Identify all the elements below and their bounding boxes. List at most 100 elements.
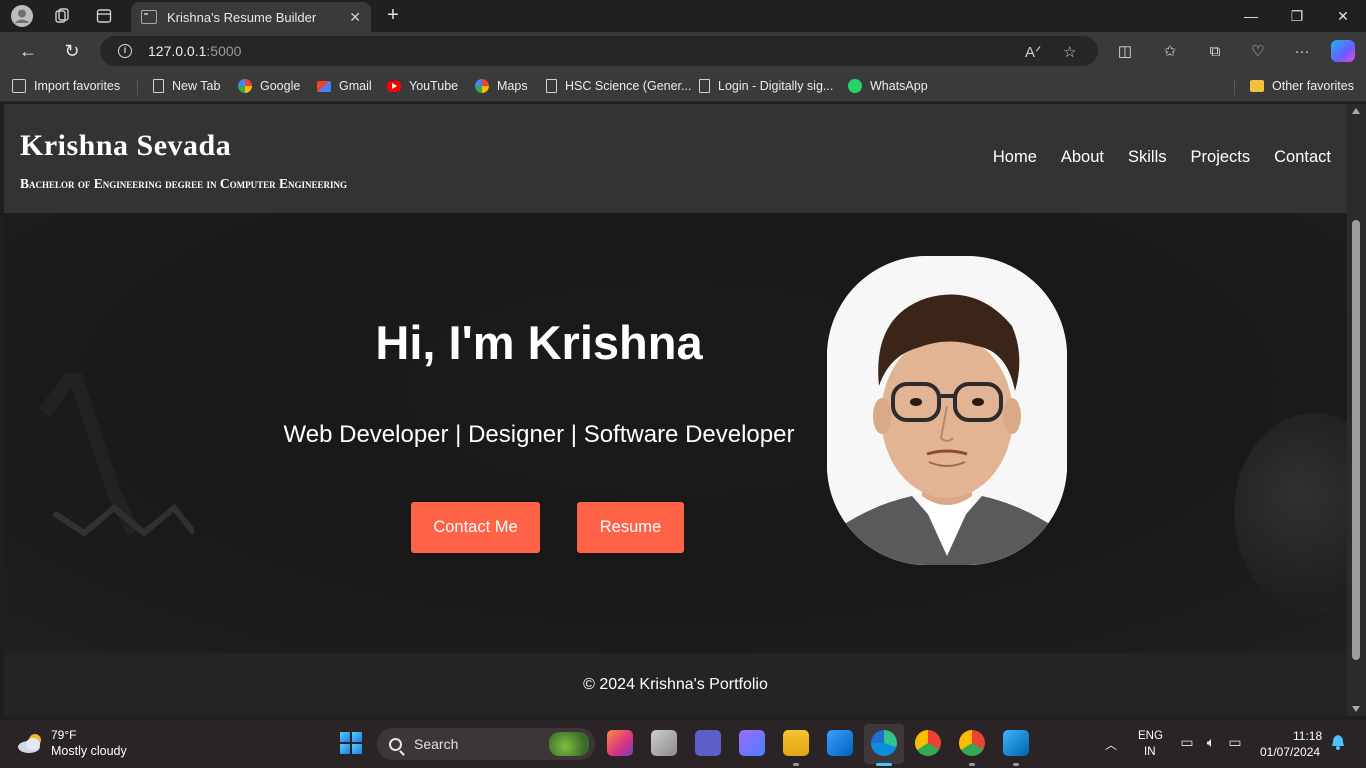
other-favorites[interactable]: Other favorites xyxy=(1250,77,1354,95)
cloudy-weather-icon[interactable] xyxy=(17,732,45,754)
file-explorer-icon[interactable] xyxy=(783,730,809,756)
refresh-button[interactable]: ↻ xyxy=(60,39,84,63)
collections-icon[interactable]: ⧉ xyxy=(1203,39,1227,63)
clock-date[interactable]: 01/07/2024 xyxy=(1260,745,1320,759)
favorite-import[interactable]: Import favorites xyxy=(12,77,120,95)
favorite-label: New Tab xyxy=(172,79,221,93)
scroll-up-arrow-icon[interactable] xyxy=(1352,108,1360,114)
copilot-preview-icon[interactable] xyxy=(607,730,633,756)
workspaces-icon[interactable] xyxy=(50,4,74,28)
import-icon xyxy=(12,79,26,93)
profile-icon[interactable] xyxy=(10,4,34,28)
back-button[interactable]: ← xyxy=(16,39,40,63)
favorite-label: HSC Science (Gener... xyxy=(565,79,692,93)
browser-toolbar: ← ↻ i 127.0.0.1:5000 Aᐟ ☆ ◫ ✩ ⧉ ♡ ··· xyxy=(0,32,1366,70)
notification-bell-icon[interactable] xyxy=(1331,734,1345,750)
favorite-label: Import favorites xyxy=(34,79,121,93)
nav-about[interactable]: About xyxy=(1061,148,1104,167)
weather-description[interactable]: Mostly cloudy xyxy=(51,744,127,758)
info-icon[interactable]: i xyxy=(118,44,132,58)
taskbar: 79°F Mostly cloudy Search ︿ ENG IN ▭ 🔈︎ … xyxy=(0,720,1366,768)
scroll-down-arrow-icon[interactable] xyxy=(1352,706,1360,712)
clipchamp-icon[interactable] xyxy=(739,730,765,756)
microsoft-store-icon[interactable] xyxy=(827,730,853,756)
folder-icon xyxy=(1250,80,1264,92)
url-host: 127.0.0.1 xyxy=(148,43,207,59)
address-bar[interactable]: i 127.0.0.1:5000 Aᐟ ☆ xyxy=(100,36,1098,66)
site-footer: © 2024 Krishna's Portfolio xyxy=(4,653,1347,716)
taskbar-search[interactable]: Search xyxy=(377,728,595,760)
chevron-up-icon[interactable]: ︿ xyxy=(1105,736,1117,753)
nav-home[interactable]: Home xyxy=(993,148,1037,167)
divider xyxy=(137,79,138,95)
active-indicator xyxy=(876,763,892,766)
google-icon xyxy=(475,79,489,93)
favorites-icon[interactable]: ✩ xyxy=(1158,39,1182,63)
minimize-button[interactable]: — xyxy=(1228,0,1274,32)
vscode-icon[interactable] xyxy=(1003,730,1029,756)
battery-icon[interactable]: ▭ xyxy=(1226,734,1244,752)
favorite-star-icon[interactable]: ☆ xyxy=(1063,43,1076,61)
hero-title: Hi, I'm Krishna xyxy=(375,316,703,369)
favorite-maps[interactable]: Maps xyxy=(475,77,528,95)
page-scrollbar[interactable] xyxy=(1347,104,1366,716)
copilot-icon[interactable] xyxy=(1331,40,1355,62)
favorite-new-tab[interactable]: New Tab xyxy=(153,77,220,95)
google-icon xyxy=(238,79,252,93)
terminal-icon xyxy=(141,10,157,24)
favorite-google[interactable]: Google xyxy=(238,77,300,95)
network-icon[interactable]: ▭ xyxy=(1178,734,1196,752)
task-view-icon[interactable] xyxy=(651,730,677,756)
running-indicator xyxy=(1013,763,1019,766)
favorite-gmail[interactable]: Gmail xyxy=(317,77,372,95)
resume-button[interactable]: Resume xyxy=(577,502,684,553)
volume-icon[interactable]: 🔈︎ xyxy=(1202,734,1220,752)
favorite-label: Gmail xyxy=(339,79,372,93)
nav-projects[interactable]: Projects xyxy=(1191,148,1251,167)
favorite-login[interactable]: Login - Digitally sig... xyxy=(699,77,833,95)
page-icon xyxy=(153,79,164,93)
more-menu-icon[interactable]: ··· xyxy=(1290,39,1314,63)
hero-subtitle: Web Developer | Designer | Software Deve… xyxy=(283,421,795,448)
favorite-youtube[interactable]: YouTube xyxy=(387,77,458,95)
close-tab-icon[interactable]: ✕ xyxy=(349,9,361,26)
site-nav: Home About Skills Projects Contact xyxy=(993,148,1331,167)
contact-me-button[interactable]: Contact Me xyxy=(411,502,540,553)
teams-icon[interactable] xyxy=(695,730,721,756)
search-label: Search xyxy=(414,736,459,752)
other-favorites-label: Other favorites xyxy=(1272,79,1354,93)
edge-icon[interactable] xyxy=(871,730,897,756)
web-page: Krishna Sevada Bachelor of Engineering d… xyxy=(4,104,1347,716)
browser-tab-bar: Krishna's Resume Builder ✕ + — ❐ ✕ xyxy=(0,0,1366,32)
read-aloud-icon[interactable]: Aᐟ xyxy=(1025,43,1041,61)
favorite-hsc-science[interactable]: HSC Science (Gener... xyxy=(546,77,691,95)
new-tab-button[interactable]: + xyxy=(382,4,404,26)
search-icon xyxy=(389,737,402,751)
url-port: :5000 xyxy=(206,43,242,59)
profile-photo xyxy=(827,256,1067,565)
favorite-label: WhatsApp xyxy=(870,79,928,93)
tab-actions-icon[interactable] xyxy=(92,4,116,28)
language-region[interactable]: IN xyxy=(1144,746,1156,758)
browser-essentials-icon[interactable]: ♡ xyxy=(1246,39,1270,63)
tab-active[interactable]: Krishna's Resume Builder ✕ xyxy=(131,2,371,32)
windows-start-icon[interactable] xyxy=(340,732,362,754)
language-indicator[interactable]: ENG xyxy=(1138,730,1163,742)
split-screen-icon[interactable]: ◫ xyxy=(1113,39,1137,63)
scrollbar-thumb[interactable] xyxy=(1352,220,1360,660)
running-indicator xyxy=(969,763,975,766)
divider xyxy=(1234,79,1235,95)
weather-temperature[interactable]: 79°F xyxy=(51,728,76,742)
restore-button[interactable]: ❐ xyxy=(1274,0,1320,32)
close-window-button[interactable]: ✕ xyxy=(1320,0,1366,32)
nav-contact[interactable]: Contact xyxy=(1274,148,1331,167)
nav-skills[interactable]: Skills xyxy=(1128,148,1167,167)
chrome-profile-icon[interactable] xyxy=(959,730,985,756)
clock-time[interactable]: 11:18 xyxy=(1293,729,1322,743)
running-indicator xyxy=(793,763,799,766)
youtube-icon xyxy=(387,80,401,92)
hero-section: Hi, I'm Krishna Web Developer | Designer… xyxy=(4,213,1347,653)
favorite-label: YouTube xyxy=(409,79,459,93)
favorite-whatsapp[interactable]: WhatsApp xyxy=(848,77,928,95)
chrome-icon[interactable] xyxy=(915,730,941,756)
